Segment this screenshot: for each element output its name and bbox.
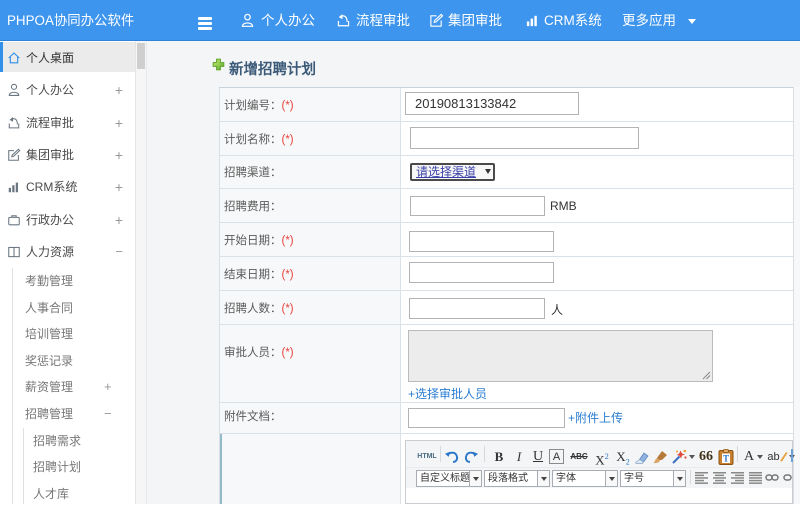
svg-text:T: T <box>723 454 729 464</box>
